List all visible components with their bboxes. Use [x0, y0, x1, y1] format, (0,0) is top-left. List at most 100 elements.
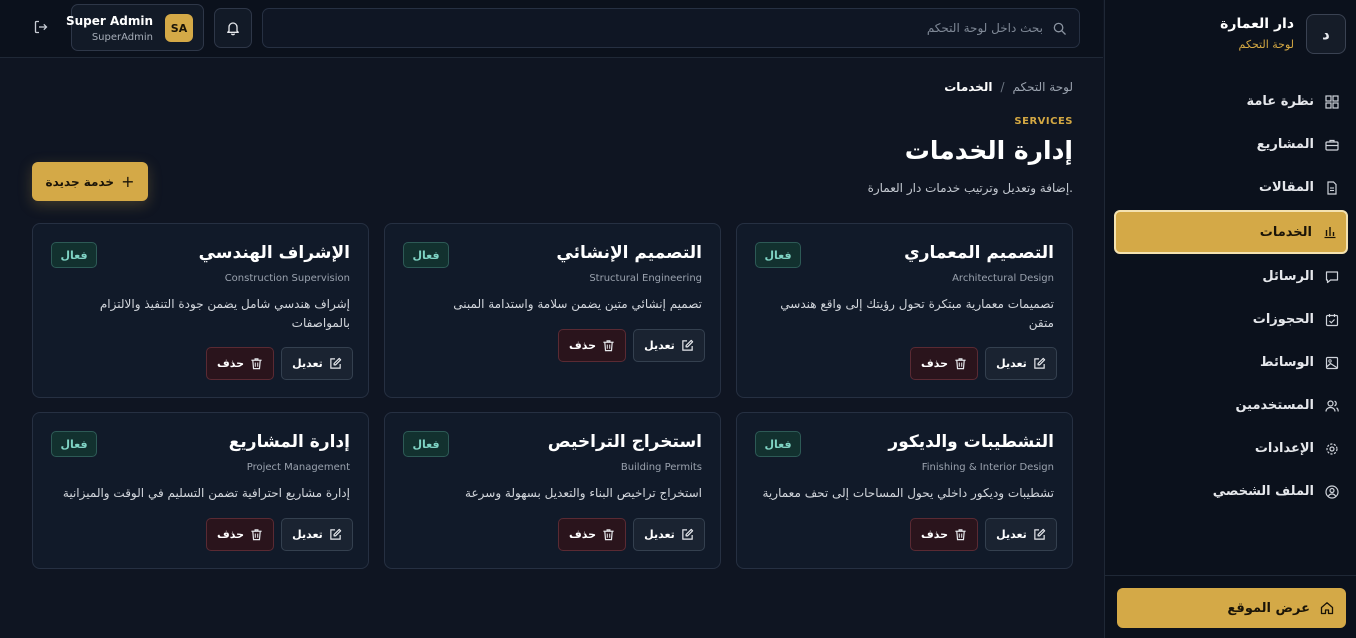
sidebar-nav: نظرة عامة المشاريع المقالات الخدمات الرس… [1114, 80, 1348, 513]
status-badge: فعال [403, 242, 449, 268]
delete-label: حذف [568, 528, 597, 541]
status-badge: فعال [755, 242, 801, 268]
logout-icon [33, 19, 51, 35]
new-service-button[interactable]: + خدمة جديدة [32, 162, 148, 201]
gear-icon [1324, 441, 1340, 457]
notifications-button[interactable] [214, 8, 252, 48]
new-service-label: خدمة جديدة [45, 174, 115, 189]
brand[interactable]: د دار العمارة لوحة التحكم [1114, 14, 1346, 58]
trash-icon [250, 357, 263, 370]
service-description: إدارة مشاريع احترافية تضمن التسليم في ال… [62, 486, 350, 500]
sidebar-item-articles[interactable]: المقالات [1114, 166, 1348, 209]
service-description: تشطيبات وديكور داخلي يحول المساحات إلى ت… [762, 486, 1055, 500]
sidebar-item-label: الوسائط [1260, 355, 1314, 370]
avatar: SA [165, 14, 193, 42]
service-title: الإشراف الهندسي [198, 243, 350, 263]
service-description: إشراف هندسي شامل يضمن جودة التنفيذ والال… [99, 297, 350, 330]
edit-icon [329, 528, 342, 541]
sidebar-item-media[interactable]: الوسائط [1114, 341, 1348, 384]
bar-chart-icon [1322, 224, 1338, 240]
service-title: التصميم الإنشائي [556, 243, 702, 263]
edit-label: تعديل [996, 357, 1027, 370]
edit-button[interactable]: تعديل [985, 347, 1057, 380]
service-title: إدارة المشاريع [228, 432, 350, 452]
delete-button[interactable]: حذف [206, 347, 274, 380]
sidebar-item-bookings[interactable]: الحجوزات [1114, 298, 1348, 341]
status-badge: فعال [755, 431, 801, 457]
sidebar-item-label: المستخدمين [1235, 398, 1314, 413]
sidebar-item-settings[interactable]: الإعدادات [1114, 427, 1348, 470]
edit-button[interactable]: تعديل [985, 518, 1057, 551]
edit-label: تعديل [292, 357, 323, 370]
card-actions: تعديل حذف [203, 347, 353, 381]
card-actions: تعديل حذف [555, 518, 705, 552]
sidebar-item-overview[interactable]: نظرة عامة [1114, 80, 1348, 123]
card-actions: تعديل حذف [203, 518, 353, 552]
delete-button[interactable]: حذف [558, 329, 626, 362]
service-title: استخراج التراخيص [547, 432, 702, 452]
sidebar-item-services[interactable]: الخدمات [1114, 210, 1348, 254]
bell-icon [225, 20, 241, 36]
view-site-button[interactable]: عرض الموقع [1117, 588, 1346, 628]
status-badge: فعال [403, 431, 449, 457]
trash-icon [954, 357, 967, 370]
sidebar: د دار العمارة لوحة التحكم نظرة عامة المش… [1104, 0, 1356, 638]
delete-label: حذف [216, 528, 245, 541]
delete-button[interactable]: حذف [558, 518, 626, 551]
user-circle-icon [1324, 484, 1340, 500]
delete-button[interactable]: حذف [206, 518, 274, 551]
sidebar-item-label: الحجوزات [1252, 312, 1314, 327]
service-english-name: Project Management [246, 462, 350, 473]
user-menu[interactable]: SA Super Admin SuperAdmin [66, 4, 204, 51]
service-title: التصميم المعماري [904, 243, 1054, 263]
search-input[interactable]: بحث داخل لوحة التحكم [262, 8, 1080, 48]
edit-button[interactable]: تعديل [281, 347, 353, 380]
service-english-name: Structural Engineering [589, 273, 702, 284]
edit-icon [681, 339, 694, 352]
edit-label: تعديل [292, 528, 323, 541]
briefcase-icon [1324, 137, 1340, 153]
image-icon [1324, 355, 1340, 371]
card-actions: تعديل حذف [907, 518, 1057, 552]
logout-button[interactable] [33, 19, 51, 37]
edit-icon [1033, 528, 1046, 541]
edit-button[interactable]: تعديل [633, 518, 705, 551]
sidebar-item-profile[interactable]: الملف الشخصي [1114, 470, 1348, 513]
sidebar-item-label: المقالات [1258, 180, 1314, 195]
service-title: التشطيبات والديكور [888, 432, 1054, 452]
service-english-name: Architectural Design [952, 273, 1054, 284]
breadcrumb-root[interactable]: لوحة التحكم [1013, 80, 1074, 94]
edit-label: تعديل [644, 339, 675, 352]
trash-icon [602, 339, 615, 352]
service-english-name: Construction Supervision [224, 273, 350, 284]
service-card: التصميم الإنشائي Structural Engineering … [384, 223, 721, 398]
message-icon [1324, 269, 1340, 285]
trash-icon [954, 528, 967, 541]
sidebar-item-messages[interactable]: الرسائل [1114, 255, 1348, 298]
calendar-check-icon [1324, 312, 1340, 328]
card-actions: تعديل حذف [907, 347, 1057, 381]
sidebar-item-projects[interactable]: المشاريع [1114, 123, 1348, 166]
service-card: إدارة المشاريع Project Management إدارة … [32, 412, 369, 569]
edit-icon [1033, 357, 1046, 370]
card-actions: تعديل حذف [555, 329, 705, 363]
service-card: استخراج التراخيص Building Permits استخرا… [384, 412, 721, 569]
edit-button[interactable]: تعديل [281, 518, 353, 551]
users-icon [1324, 398, 1340, 414]
trash-icon [250, 528, 263, 541]
breadcrumb-separator: / [1000, 80, 1005, 94]
sidebar-item-users[interactable]: المستخدمين [1114, 384, 1348, 427]
edit-icon [681, 528, 694, 541]
search-icon [1052, 21, 1067, 36]
edit-button[interactable]: تعديل [633, 329, 705, 362]
status-badge: فعال [51, 242, 97, 268]
service-card: التشطيبات والديكور Finishing & Interior … [736, 412, 1073, 569]
home-icon [1320, 601, 1334, 615]
delete-button[interactable]: حذف [910, 347, 978, 380]
delete-button[interactable]: حذف [910, 518, 978, 551]
edit-label: تعديل [644, 528, 675, 541]
delete-label: حذف [216, 357, 245, 370]
sidebar-divider [1104, 575, 1356, 576]
status-badge: فعال [51, 431, 97, 457]
sidebar-item-label: المشاريع [1256, 137, 1314, 152]
